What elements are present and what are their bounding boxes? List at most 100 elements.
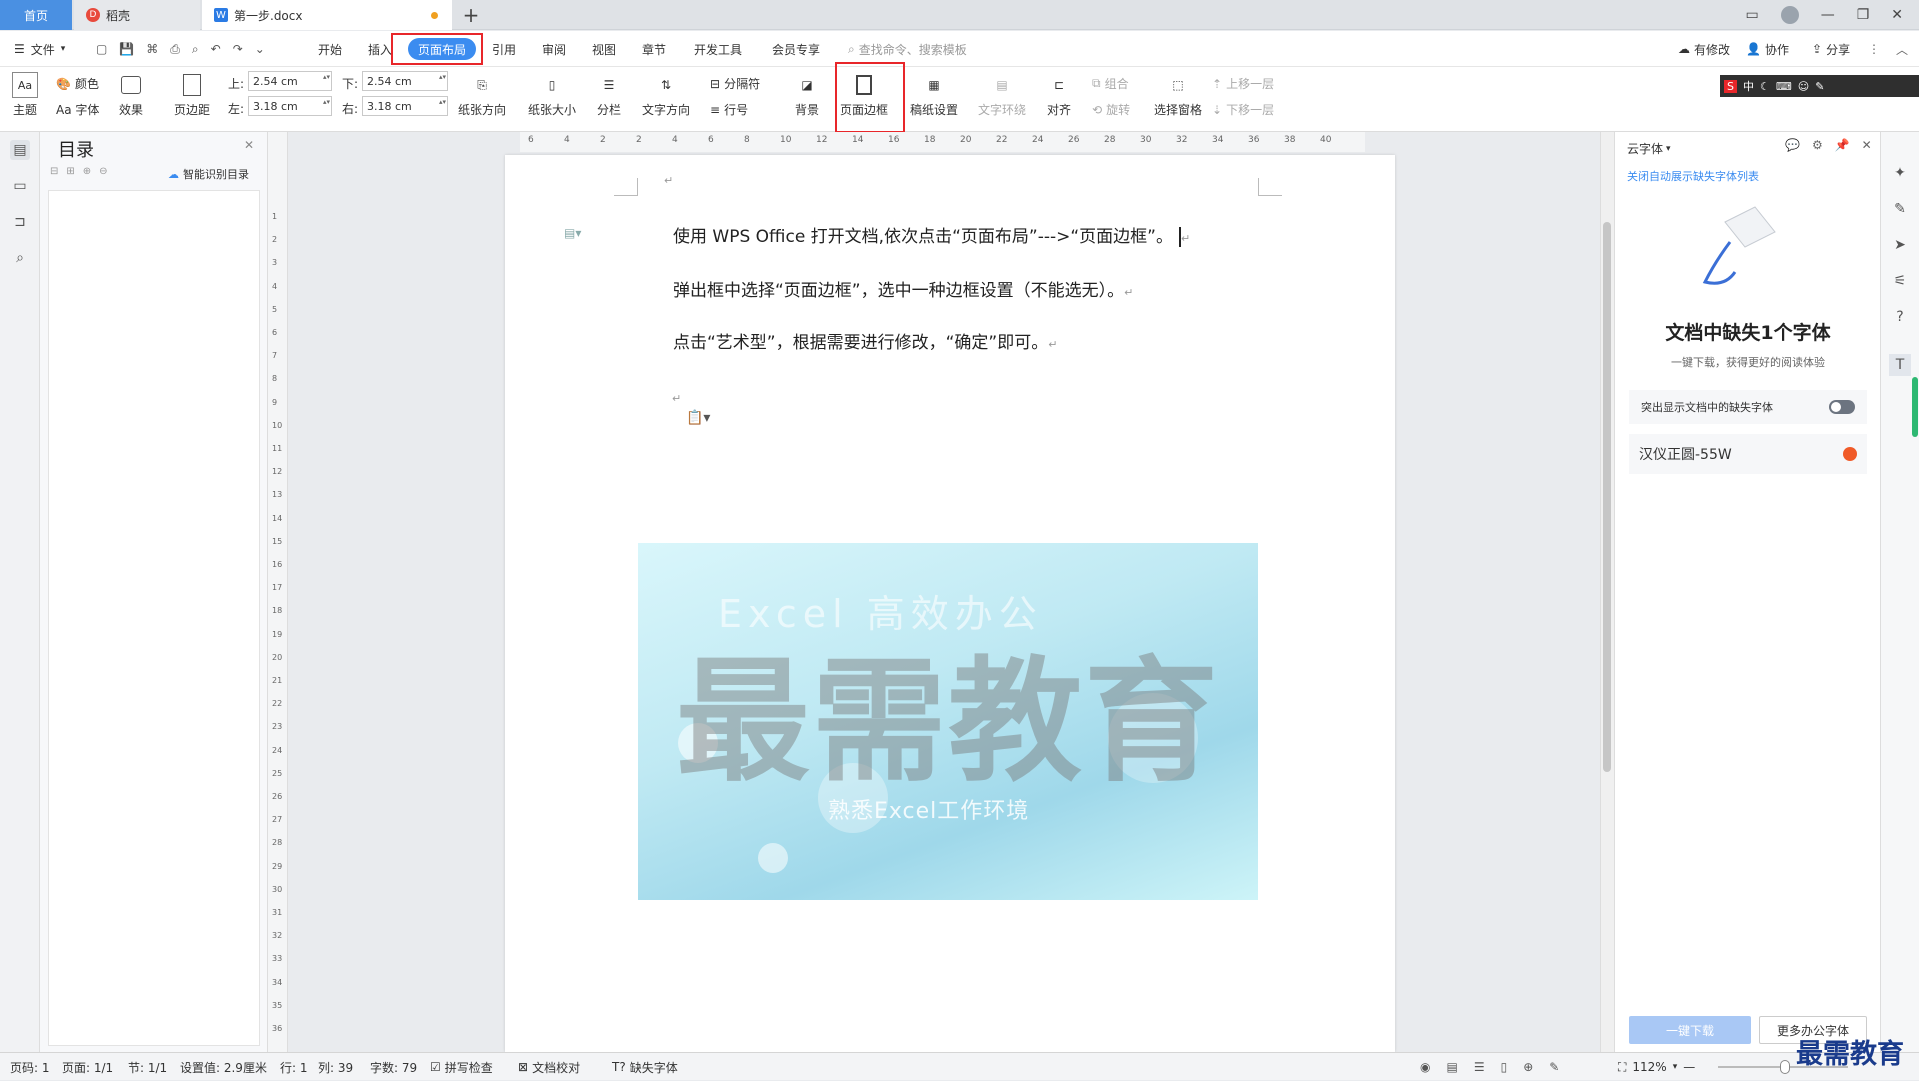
collab-button[interactable]: 👤 协作 (1746, 31, 1789, 67)
rotate-button[interactable]: ⟲ 旋转 (1092, 101, 1130, 118)
right-margin-input[interactable]: 3.18 cm (362, 96, 448, 116)
margins-button[interactable]: 页边距 (174, 72, 210, 118)
theme-button[interactable]: Aa 主题 (12, 72, 38, 118)
status-section[interactable]: 节: 1/1 (128, 1053, 167, 1081)
paragraph-2[interactable]: 弹出框中选择“页面边框”，选中一种边框设置（不能选无）。↵ (673, 276, 1133, 301)
spell-check-button[interactable]: ☑ 拼写检查 (430, 1053, 493, 1081)
background-button[interactable]: ◪ 背景 (794, 72, 820, 118)
help-icon[interactable]: ? (1889, 306, 1911, 328)
menu-member[interactable]: 会员专享 (772, 31, 820, 67)
close-auto-show-link[interactable]: 关闭自动展示缺失字体列表 (1627, 168, 1759, 184)
download-all-button[interactable]: 一键下载 (1629, 1016, 1751, 1044)
proofread-button[interactable]: ⊠ 文档校对 (518, 1053, 580, 1081)
settings-sliders-icon[interactable]: ⚟ (1889, 270, 1911, 292)
document-image[interactable]: Excel 高效办公 熟悉Excel工作环境 最需教育 (638, 543, 1258, 900)
effects-button[interactable]: 效果 (118, 72, 144, 118)
outline-view-icon[interactable]: ☰ (1474, 1060, 1485, 1074)
restore-icon[interactable]: ❐ (1857, 7, 1870, 23)
eye-icon[interactable]: ◉ (1420, 1060, 1430, 1074)
paragraph-1[interactable]: 使用 WPS Office 打开文档,依次点击“页面布局”--->“页面边框”。… (673, 222, 1190, 247)
page-view-icon[interactable]: ▤ (1446, 1060, 1457, 1074)
send-backward-button[interactable]: ⇣ 下移一层 (1212, 101, 1274, 118)
write-view-icon[interactable]: ✎ (1549, 1060, 1559, 1074)
paragraph-3[interactable]: 点击“艺术型”，根据需要进行修改，“确定”即可。↵ (673, 328, 1057, 353)
menu-view[interactable]: 视图 (592, 31, 616, 67)
align-button[interactable]: ⊏ 对齐 (1046, 72, 1072, 118)
read-view-icon[interactable]: ▯ (1501, 1060, 1508, 1074)
status-setting[interactable]: 设置值: 2.9厘米 (180, 1053, 267, 1081)
chapter-nav-icon[interactable]: ▭ (10, 176, 30, 196)
menu-review[interactable]: 审阅 (542, 31, 566, 67)
fonts-button[interactable]: Aa 字体 (56, 101, 99, 118)
print-icon[interactable]: ⎙ (170, 42, 180, 57)
text-wrap-button[interactable]: ▤ 文字环绕 (978, 72, 1026, 118)
paper-size-button[interactable]: ▯ 纸张大小 (528, 72, 576, 118)
redo-icon[interactable]: ↷ (233, 42, 243, 56)
status-pages[interactable]: 页面: 1/1 (62, 1053, 113, 1081)
fit-icon[interactable]: ⛶ (1618, 1060, 1626, 1075)
menu-insert[interactable]: 插入 (368, 31, 392, 67)
zoom-slider-thumb[interactable] (1780, 1060, 1790, 1074)
menu-references[interactable]: 引用 (492, 31, 516, 67)
smart-toc-button[interactable]: ☁ 智能识别目录 (168, 166, 249, 182)
save-icon[interactable]: 💾 (119, 42, 134, 56)
bookmark-icon[interactable]: ⊐ (10, 212, 30, 232)
format-painter-icon[interactable]: ⌘ (146, 42, 158, 56)
minimize-icon[interactable]: — (1821, 7, 1835, 23)
pin-icon[interactable]: 📌 (1835, 138, 1850, 152)
bring-forward-button[interactable]: ⇡ 上移一层 (1212, 75, 1274, 92)
chevron-down-icon[interactable]: ▾ (1673, 1062, 1678, 1072)
toc-nav-icon[interactable]: ▤ (10, 140, 30, 160)
bottom-margin-input[interactable]: 2.54 cm (362, 71, 448, 91)
font-panel-icon[interactable]: T (1889, 354, 1911, 376)
layout-icon[interactable]: ▭ (1745, 7, 1758, 23)
undo-icon[interactable]: ↶ (211, 42, 221, 56)
paragraph-options-icon[interactable]: ▤▾ (564, 226, 581, 240)
customize-icon[interactable]: ⌄ (255, 42, 265, 56)
tab-document[interactable]: W 第一步.docx (202, 0, 452, 30)
top-margin-input[interactable]: 2.54 cm (248, 71, 332, 91)
paste-options-icon[interactable]: 📋▾ (686, 410, 710, 426)
file-menu[interactable]: ☰ 文件 ▾ (14, 31, 65, 67)
highlight-missing-toggle[interactable] (1829, 400, 1855, 414)
close-icon[interactable]: ✕ (1891, 7, 1903, 23)
colors-button[interactable]: 🎨 颜色 (56, 75, 99, 92)
missing-font-item[interactable]: 汉仪正圆-55W (1629, 434, 1867, 474)
modified-button[interactable]: ☁ 有修改 (1678, 31, 1730, 67)
menu-start[interactable]: 开始 (318, 31, 342, 67)
cloud-font-title[interactable]: 云字体 ▾ (1627, 140, 1671, 157)
group-button[interactable]: ⧉ 组合 (1092, 75, 1129, 92)
gear-icon[interactable]: ⚙ (1812, 138, 1823, 152)
tab-daoke[interactable]: D 稻壳 (74, 0, 200, 30)
new-doc-icon[interactable]: ▢ (96, 42, 107, 56)
pen-icon[interactable]: ✎ (1889, 198, 1911, 220)
orientation-button[interactable]: ⎘ 纸张方向 (458, 72, 506, 118)
missing-font-button[interactable]: T? 缺失字体 (612, 1053, 678, 1081)
line-number-button[interactable]: ≡ 行号 (710, 101, 748, 118)
chat-icon[interactable]: 💬 (1785, 138, 1800, 152)
columns-button[interactable]: ☰ 分栏 (596, 72, 622, 118)
web-view-icon[interactable]: ⊕ (1523, 1060, 1533, 1074)
manuscript-button[interactable]: ▦ 稿纸设置 (910, 72, 958, 118)
avatar[interactable] (1780, 6, 1799, 24)
ime-toolbar[interactable]: S 中 ☾ ⌨ ☺ ✎ (1720, 75, 1919, 97)
new-tab-button[interactable]: + (458, 0, 484, 30)
close-icon[interactable]: ✕ (1862, 138, 1872, 152)
menu-chapter[interactable]: 章节 (642, 31, 666, 67)
left-margin-input[interactable]: 3.18 cm (248, 96, 332, 116)
text-direction-button[interactable]: ⇅ 文字方向 (642, 72, 690, 118)
status-page[interactable]: 页码: 1 (10, 1053, 50, 1081)
scroll-thumb[interactable] (1603, 222, 1611, 772)
pointer-icon[interactable]: ➤ (1889, 234, 1911, 256)
menu-developer[interactable]: 开发工具 (694, 31, 742, 67)
more-icon[interactable]: ⋮ (1868, 42, 1880, 56)
collapse-icon[interactable]: ⊟ (50, 166, 58, 177)
status-words[interactable]: 字数: 79 (370, 1053, 417, 1081)
preview-icon[interactable]: ⌕ (192, 42, 199, 57)
separator-button[interactable]: ⊟ 分隔符 (710, 75, 760, 92)
collapse-ribbon-icon[interactable]: ︿ (1896, 41, 1908, 58)
add-icon[interactable]: ⊕ (83, 166, 91, 177)
zoom-out-icon[interactable]: — (1683, 1060, 1695, 1074)
select-pane-button[interactable]: ⬚ 选择窗格 (1154, 72, 1202, 118)
brush-icon[interactable]: ✦ (1889, 162, 1911, 184)
